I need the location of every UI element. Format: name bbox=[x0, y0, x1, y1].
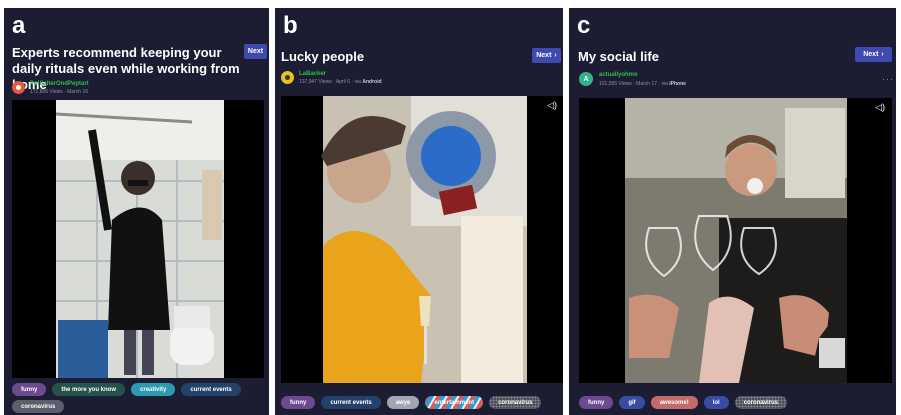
next-button[interactable]: Next › bbox=[855, 47, 892, 62]
tag-funny[interactable]: funny bbox=[281, 396, 316, 409]
post-panel-a: a Experts recommend keeping your daily r… bbox=[4, 8, 269, 415]
next-button[interactable]: Next › bbox=[532, 48, 561, 63]
user-icon bbox=[285, 75, 290, 80]
avatar[interactable] bbox=[281, 71, 294, 84]
platform-label: Android bbox=[362, 79, 382, 85]
tag-the-more-you-know[interactable]: the more you know bbox=[52, 383, 126, 396]
post-date: April 6 bbox=[335, 79, 351, 85]
post-date: March 16 bbox=[67, 89, 89, 95]
view-count: 101,555 Views bbox=[599, 81, 632, 87]
tag-list: funny the more you know creativity curre… bbox=[12, 383, 262, 413]
meta-separator: · bbox=[64, 89, 66, 95]
panel-label: b bbox=[283, 12, 298, 39]
via-label: via bbox=[661, 81, 668, 87]
chevron-right-icon: › bbox=[554, 52, 557, 59]
post-meta: 137,947 Views · April 6 · via Android bbox=[299, 79, 382, 85]
platform-label: iPhone bbox=[669, 81, 686, 87]
username-link[interactable]: PolSalterOndPeptart bbox=[30, 81, 89, 87]
post-panel-b: b Lucky people Next › LaBacker 137,947 V… bbox=[275, 8, 563, 415]
video-frame bbox=[12, 100, 264, 378]
meta-separator: · bbox=[633, 81, 635, 87]
tag-coronavirus[interactable]: coronavirus bbox=[489, 396, 542, 409]
tag-creativity[interactable]: creativity bbox=[131, 383, 176, 396]
post-meta: 172,806 Views · March 16 bbox=[30, 89, 88, 95]
avatar[interactable] bbox=[12, 81, 25, 94]
tag-current-events[interactable]: current events bbox=[181, 383, 241, 396]
tag-list: funny gif awesome! lol coronavirus bbox=[579, 396, 895, 409]
avatar[interactable]: A bbox=[579, 72, 593, 86]
post-date: March 17 bbox=[636, 81, 658, 87]
post-meta: 101,555 Views · March 17 · via iPhone bbox=[599, 81, 686, 87]
post-panel-c: c My social life Next › A actuallyohmo 1… bbox=[569, 8, 896, 415]
avatar-letter: A bbox=[583, 75, 589, 83]
post-media[interactable]: ◁) bbox=[579, 98, 892, 383]
tag-awye[interactable]: awye bbox=[386, 396, 420, 409]
speaker-icon[interactable]: ◁) bbox=[547, 100, 557, 111]
tag-list: funny current events awye entertainment … bbox=[281, 396, 563, 409]
next-button-label: Next bbox=[536, 52, 552, 59]
next-button-label: Next bbox=[247, 48, 264, 55]
via-label: via bbox=[354, 79, 361, 85]
meta-separator: · bbox=[658, 81, 661, 87]
post-media[interactable]: ◁) bbox=[281, 96, 563, 383]
tag-current-events[interactable]: current events bbox=[321, 396, 381, 409]
username-link[interactable]: LaBacker bbox=[299, 71, 326, 77]
tag-coronavirus[interactable]: coronavirus bbox=[734, 396, 788, 409]
video-frame bbox=[281, 96, 563, 383]
tag-entertainment[interactable]: entertainment bbox=[425, 396, 484, 409]
panel-label: a bbox=[12, 12, 26, 39]
view-count: 137,947 Views bbox=[299, 79, 332, 85]
next-button[interactable]: Next bbox=[244, 44, 267, 59]
username-link[interactable]: actuallyohmo bbox=[599, 72, 638, 78]
meta-separator: · bbox=[333, 79, 335, 85]
tag-gif[interactable]: gif bbox=[619, 396, 645, 409]
tag-awesome[interactable]: awesome! bbox=[650, 396, 698, 409]
tag-lol[interactable]: lol bbox=[703, 396, 729, 409]
meta-separator: · bbox=[351, 79, 354, 85]
tag-funny[interactable]: funny bbox=[12, 383, 47, 396]
post-title: My social life bbox=[578, 49, 659, 64]
tag-funny[interactable]: funny bbox=[579, 396, 614, 409]
panel-label: c bbox=[577, 12, 591, 39]
next-button-label: Next bbox=[863, 51, 879, 58]
speaker-icon[interactable]: ◁) bbox=[875, 102, 885, 113]
chevron-right-icon: › bbox=[881, 51, 884, 58]
user-icon bbox=[16, 85, 21, 90]
view-count: 172,806 Views bbox=[30, 89, 63, 95]
post-media[interactable] bbox=[12, 100, 264, 378]
video-frame bbox=[579, 98, 892, 383]
more-dots-icon[interactable]: ··· bbox=[882, 74, 894, 84]
tag-coronavirus[interactable]: coronavirus bbox=[12, 400, 65, 413]
post-title: Lucky people bbox=[281, 49, 365, 64]
